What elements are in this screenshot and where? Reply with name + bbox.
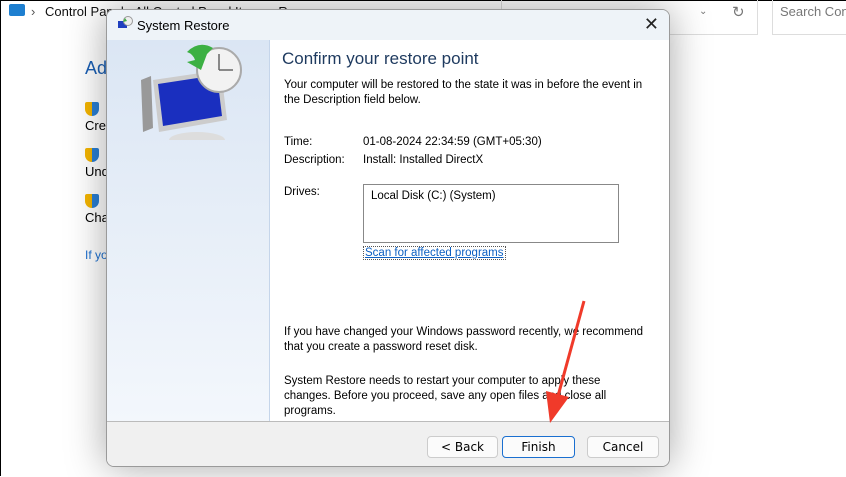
annotation-arrow: [546, 300, 586, 423]
arrow-head: [546, 391, 569, 423]
arrow-shaft: [556, 300, 586, 397]
